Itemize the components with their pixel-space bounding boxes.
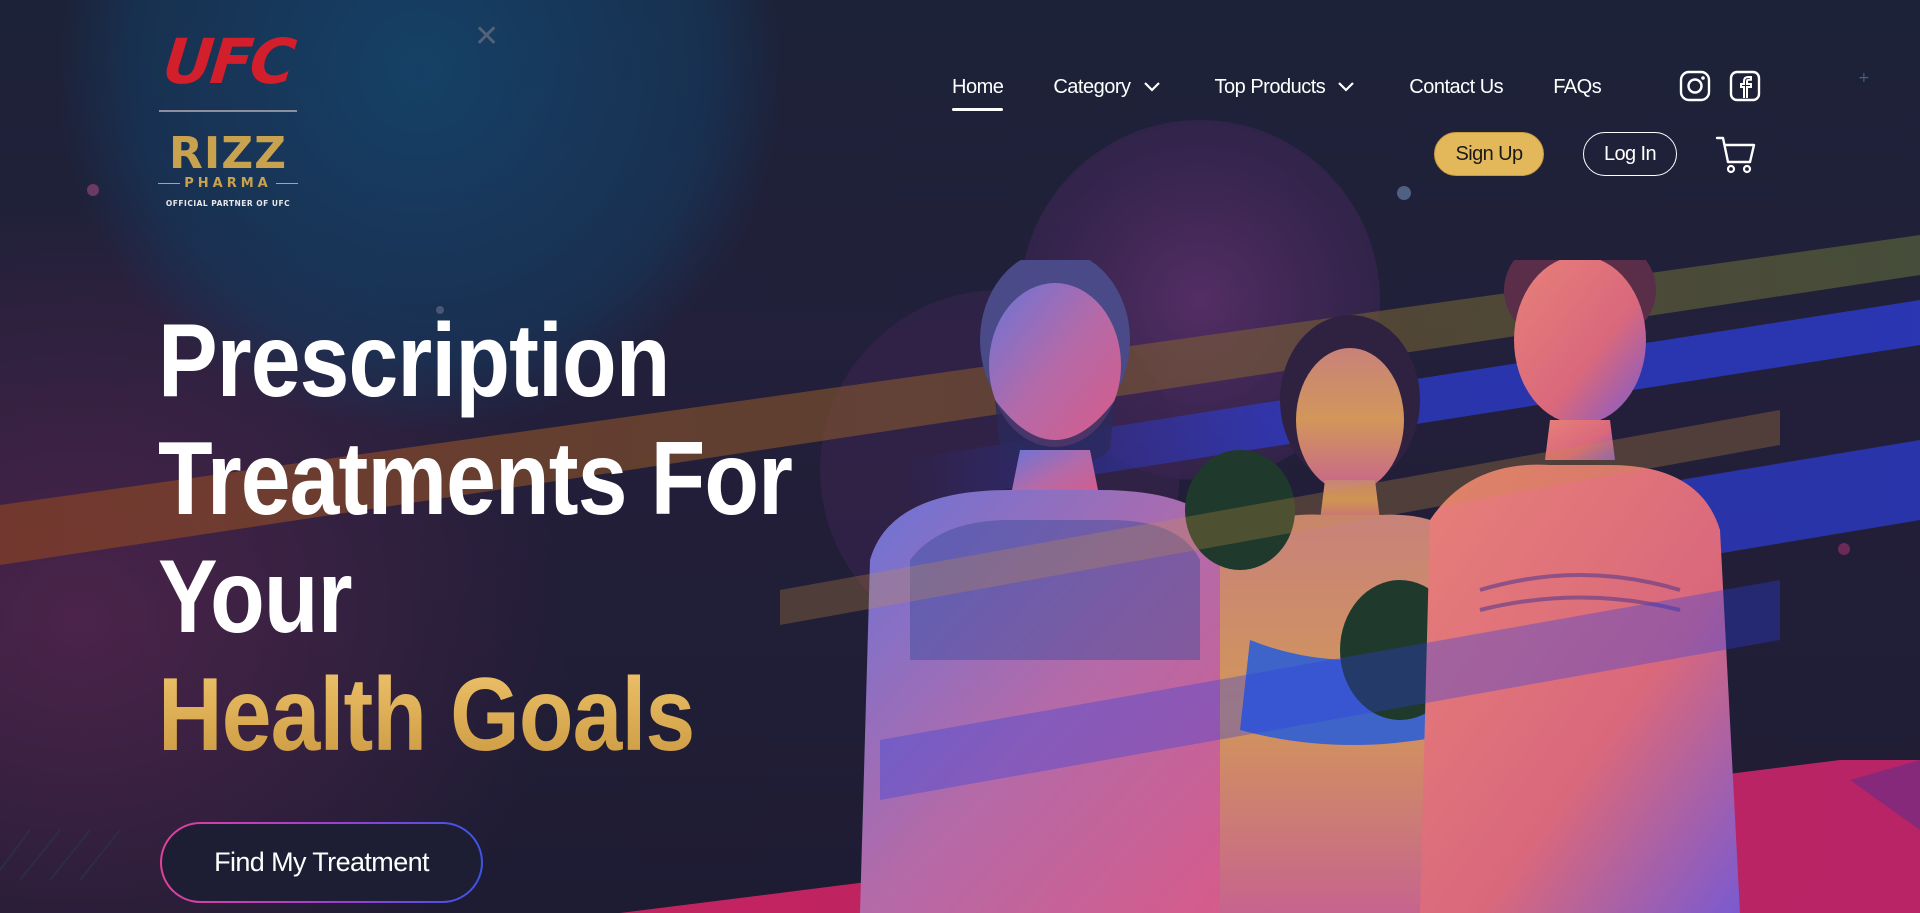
find-my-treatment-button[interactable]: Find My Treatment	[160, 822, 483, 903]
hero-page: + ✕ UFC RIZZ PHARMA OFFICIAL PARTNER OF …	[0, 0, 1920, 913]
nav-contact-us-label: Contact Us	[1409, 75, 1504, 98]
hero-line-3: Your	[158, 539, 353, 655]
brand-logo[interactable]: UFC RIZZ PHARMA OFFICIAL PARTNER OF UFC	[158, 25, 299, 208]
athletes-image	[780, 260, 1780, 913]
hero-line-4-highlight: Health Goals	[158, 656, 792, 774]
cart-icon[interactable]	[1714, 132, 1758, 176]
nav-faqs-label: FAQs	[1553, 75, 1602, 98]
nav-contact-us[interactable]: Contact Us	[1409, 76, 1503, 99]
logo-divider	[159, 110, 297, 112]
hero-line-2: Treatments For	[158, 421, 793, 537]
nav-faqs[interactable]: FAQs	[1553, 75, 1602, 99]
nav-category-label: Category	[1053, 75, 1131, 98]
nav-top-products[interactable]: Top Products	[1215, 76, 1356, 99]
rizz-logo: RIZZ	[168, 128, 288, 179]
ufc-logo: UFC	[159, 25, 297, 98]
chevron-down-icon	[1338, 82, 1355, 92]
facebook-icon[interactable]	[1729, 70, 1761, 102]
close-icon[interactable]: ✕	[474, 22, 499, 52]
sign-up-button[interactable]: Sign Up	[1434, 132, 1544, 176]
nav-home-label: Home	[952, 75, 1004, 98]
nav-top-products-label: Top Products	[1214, 75, 1326, 98]
hero-heading: Prescription Treatments For Your Health …	[158, 302, 793, 774]
main-nav: Home Category Top Products Contact Us FA…	[952, 72, 1602, 111]
log-in-button[interactable]: Log In	[1583, 132, 1677, 176]
partner-tagline: OFFICIAL PARTNER OF UFC	[165, 199, 291, 208]
nav-category[interactable]: Category	[1053, 76, 1160, 99]
svg-text:+: +	[1858, 70, 1870, 86]
instagram-icon[interactable]	[1679, 70, 1711, 102]
chevron-down-icon	[1143, 82, 1160, 92]
nav-home[interactable]: Home	[952, 75, 1004, 111]
pharma-label: PHARMA	[184, 176, 272, 191]
hero-line-1: Prescription	[158, 303, 670, 419]
find-my-treatment-label: Find My Treatment	[162, 824, 481, 901]
active-indicator	[952, 107, 1004, 111]
